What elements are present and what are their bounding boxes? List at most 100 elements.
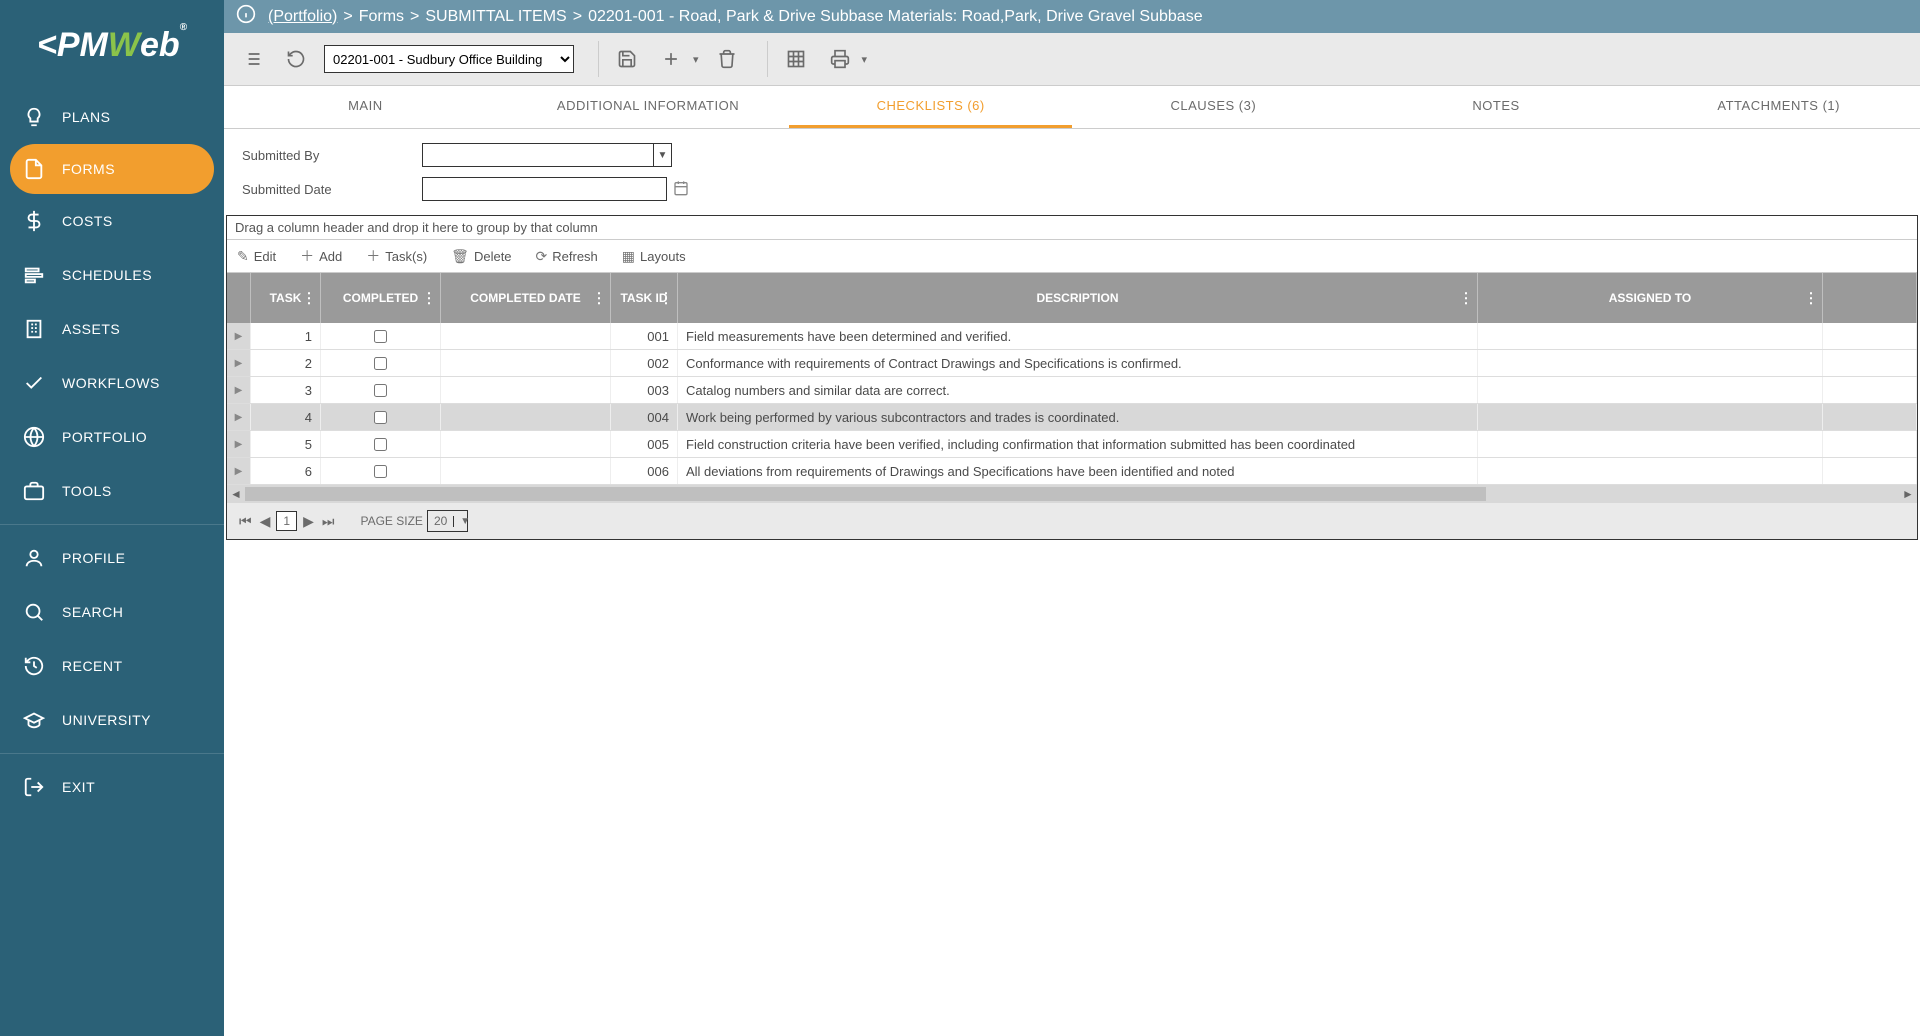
expand-icon[interactable]: ▶ (227, 323, 251, 349)
tab-attachments[interactable]: ATTACHMENTS (1) (1637, 86, 1920, 128)
undo-icon[interactable] (280, 43, 312, 75)
sidebar-item-exit[interactable]: EXIT (0, 760, 224, 814)
grid-layouts-button[interactable]: ▦Layouts (622, 248, 686, 265)
column-task[interactable]: TASK⋮ (251, 273, 321, 323)
grid-refresh-button[interactable]: ⟳Refresh (536, 248, 598, 265)
info-icon[interactable] (236, 4, 256, 29)
grid-tasks-button[interactable]: ＋Task(s) (366, 246, 427, 266)
sidebar-item-tools[interactable]: TOOLS (0, 464, 224, 518)
scroll-thumb[interactable] (245, 487, 1486, 501)
completed-checkbox[interactable] (374, 384, 387, 397)
sidebar-item-label: WORKFLOWS (62, 375, 160, 391)
submitted-by-input[interactable] (423, 144, 653, 166)
cell-completed (321, 404, 441, 430)
completed-checkbox[interactable] (374, 411, 387, 424)
column-completed[interactable]: COMPLETED⋮ (321, 273, 441, 323)
scroll-left-icon[interactable]: ◄ (227, 487, 245, 501)
cell-task: 1 (251, 323, 321, 349)
grid-icon[interactable] (780, 43, 812, 75)
sidebar-item-forms[interactable]: FORMS (10, 144, 214, 194)
breadcrumb-submittal-items[interactable]: SUBMITTAL ITEMS (425, 8, 566, 26)
completed-checkbox[interactable] (374, 465, 387, 478)
list-icon[interactable] (236, 43, 268, 75)
submitted-by-combo[interactable]: ▼ (422, 143, 672, 167)
tab-additional-info[interactable]: ADDITIONAL INFORMATION (507, 86, 790, 128)
print-icon[interactable] (824, 43, 856, 75)
sidebar-item-profile[interactable]: PROFILE (0, 531, 224, 585)
column-menu-icon[interactable]: ⋮ (659, 290, 673, 307)
expand-icon[interactable]: ▶ (227, 404, 251, 430)
grid-add-button[interactable]: ＋Add (300, 246, 342, 266)
sidebar-item-workflows[interactable]: WORKFLOWS (0, 356, 224, 410)
add-dropdown-icon[interactable]: ▾ (693, 53, 699, 66)
sidebar-item-portfolio[interactable]: PORTFOLIO (0, 410, 224, 464)
add-icon[interactable] (655, 43, 687, 75)
cell-completed-date (441, 323, 611, 349)
submitted-date-input[interactable] (422, 177, 667, 201)
tab-clauses[interactable]: CLAUSES (3) (1072, 86, 1355, 128)
project-selector[interactable]: 02201-001 - Sudbury Office Building (324, 45, 574, 73)
expand-icon[interactable]: ▶ (227, 350, 251, 376)
table-row[interactable]: ▶1001Field measurements have been determ… (227, 323, 1917, 350)
group-hint[interactable]: Drag a column header and drop it here to… (227, 216, 1917, 240)
breadcrumb: (Portfolio) > Forms > SUBMITTAL ITEMS > … (224, 0, 1920, 33)
grid-delete-label: Delete (474, 249, 512, 264)
completed-checkbox[interactable] (374, 330, 387, 343)
pager-last-icon[interactable]: ⏭ (320, 511, 337, 532)
delete-icon[interactable] (711, 43, 743, 75)
logo-accent: W (108, 26, 140, 65)
pager-page-number[interactable]: 1 (276, 511, 297, 531)
scroll-right-icon[interactable]: ► (1899, 487, 1917, 501)
sidebar-item-schedules[interactable]: SCHEDULES (0, 248, 224, 302)
grid-edit-button[interactable]: ✎ Edit (237, 248, 276, 265)
sidebar-item-label: COSTS (62, 213, 113, 229)
tab-notes[interactable]: NOTES (1355, 86, 1638, 128)
pager-next-icon[interactable]: ▶ (301, 511, 316, 532)
breadcrumb-root[interactable]: (Portfolio) (268, 8, 337, 26)
table-row[interactable]: ▶5005Field construction criteria have be… (227, 431, 1917, 458)
save-icon[interactable] (611, 43, 643, 75)
column-menu-icon[interactable]: ⋮ (1804, 290, 1818, 307)
table-row[interactable]: ▶6006All deviations from requirements of… (227, 458, 1917, 485)
column-menu-icon[interactable]: ⋮ (302, 290, 316, 307)
column-description[interactable]: DESCRIPTION⋮ (678, 273, 1478, 323)
grid-delete-button[interactable]: 🗑Delete (451, 248, 511, 265)
table-row[interactable]: ▶4004Work being performed by various sub… (227, 404, 1917, 431)
sidebar-item-costs[interactable]: COSTS (0, 194, 224, 248)
cell-completed-date (441, 458, 611, 484)
pager-prev-icon[interactable]: ◀ (258, 511, 273, 532)
pager-first-icon[interactable]: ⏮ (237, 511, 254, 532)
sidebar-item-search[interactable]: SEARCH (0, 585, 224, 639)
chevron-down-icon[interactable]: ▼ (653, 144, 671, 166)
breadcrumb-forms[interactable]: Forms (359, 8, 404, 26)
page-size-selector[interactable]: 20 ▼ (427, 510, 468, 532)
chevron-down-icon[interactable]: ▼ (453, 516, 467, 527)
cell-completed-date (441, 350, 611, 376)
calendar-icon[interactable] (673, 180, 689, 199)
column-completed-date[interactable]: COMPLETED DATE⋮ (441, 273, 611, 323)
sidebar-item-assets[interactable]: ASSETS (0, 302, 224, 356)
pencil-icon: ✎ (237, 248, 249, 265)
table-row[interactable]: ▶2002Conformance with requirements of Co… (227, 350, 1917, 377)
sidebar-item-plans[interactable]: PLANS (0, 90, 224, 144)
horizontal-scrollbar[interactable]: ◄ ► (227, 485, 1917, 503)
table-row[interactable]: ▶3003Catalog numbers and similar data ar… (227, 377, 1917, 404)
expand-icon[interactable]: ▶ (227, 377, 251, 403)
column-menu-icon[interactable]: ⋮ (1459, 290, 1473, 307)
expand-icon[interactable]: ▶ (227, 458, 251, 484)
grid-tasks-label: Task(s) (385, 249, 427, 264)
grid-edit-label: Edit (254, 249, 276, 264)
expand-icon[interactable]: ▶ (227, 431, 251, 457)
sidebar-item-university[interactable]: UNIVERSITY (0, 693, 224, 747)
column-menu-icon[interactable]: ⋮ (592, 290, 606, 307)
completed-checkbox[interactable] (374, 438, 387, 451)
column-menu-icon[interactable]: ⋮ (422, 290, 436, 307)
column-assigned-to[interactable]: ASSIGNED TO⋮ (1478, 273, 1823, 323)
cell-assigned-to (1478, 350, 1823, 376)
completed-checkbox[interactable] (374, 357, 387, 370)
print-dropdown-icon[interactable]: ▾ (862, 53, 868, 66)
sidebar-item-recent[interactable]: RECENT (0, 639, 224, 693)
tab-main[interactable]: MAIN (224, 86, 507, 128)
tab-checklists[interactable]: CHECKLISTS (6) (789, 86, 1072, 128)
column-task-id[interactable]: TASK ID⋮ (611, 273, 678, 323)
